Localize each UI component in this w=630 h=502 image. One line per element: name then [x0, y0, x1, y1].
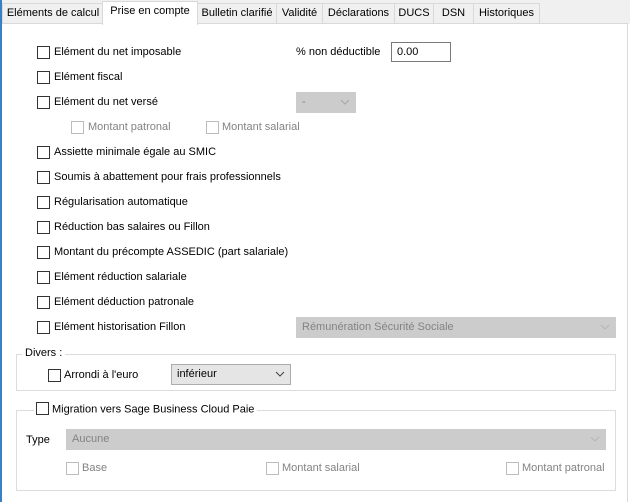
tab-elements-de-calcul[interactable]: Eléments de calcul — [2, 3, 104, 24]
historisation-fillon-select[interactable]: Rémunération Sécurité Sociale — [296, 317, 616, 338]
net-imposable-checkbox[interactable] — [37, 46, 50, 59]
historisation-fillon-select-value: Rémunération Sécurité Sociale — [302, 321, 454, 333]
reduction-fillon-checkbox[interactable] — [37, 221, 50, 234]
net-verse-label: Elément du net versé — [54, 96, 158, 108]
tab-bar: Eléments de calcul Prise en compte Bulle… — [2, 0, 630, 25]
type-label: Type — [26, 434, 50, 446]
tab-declarations[interactable]: Déclarations — [322, 3, 395, 24]
net-verse-select-value: - — [302, 96, 306, 108]
migration-base-label: Base — [82, 462, 108, 474]
regularisation-label: Régularisation automatique — [54, 196, 188, 208]
divers-legend: Divers : — [22, 347, 66, 360]
element-fiscal-checkbox[interactable] — [37, 71, 50, 84]
migration-base-checkbox[interactable] — [66, 462, 79, 475]
element-fiscal-label: Elément fiscal — [54, 71, 123, 83]
migration-montant-patronal-label: Montant patronal — [522, 462, 605, 474]
tab-ducs[interactable]: DUCS — [394, 3, 434, 24]
chevron-down-icon — [275, 371, 285, 377]
tab-prise-en-compte[interactable]: Prise en compte — [102, 1, 198, 25]
net-verse-checkbox[interactable] — [37, 96, 50, 109]
migration-legend: Migration vers Sage Business Cloud Paie — [34, 402, 258, 417]
migration-label: Migration vers Sage Business Cloud Paie — [52, 403, 255, 416]
reduction-salariale-label: Elément réduction salariale — [54, 271, 187, 283]
migration-checkbox[interactable] — [36, 402, 49, 415]
net-verse-select[interactable]: - — [296, 92, 356, 113]
deduction-patronale-label: Elément déduction patronale — [54, 296, 195, 308]
abattement-checkbox[interactable] — [37, 171, 50, 184]
montant-patronal-checkbox[interactable] — [71, 121, 84, 134]
precompte-assedic-label: Montant du précompte ASSEDIC (part salar… — [54, 246, 289, 258]
tab-bulletin-clarifie[interactable]: Bulletin clarifié — [197, 3, 277, 24]
historisation-fillon-label: Elément historisation Fillon — [54, 321, 186, 333]
abattement-label: Soumis à abattement pour frais professio… — [54, 171, 281, 183]
tab-validite[interactable]: Validité — [276, 3, 323, 24]
chevron-down-icon — [590, 436, 600, 442]
montant-patronal-label: Montant patronal — [88, 121, 171, 133]
montant-salarial-label: Montant salarial — [222, 121, 300, 133]
assiette-smic-checkbox[interactable] — [37, 146, 50, 159]
arrondi-euro-label: Arrondi à l'euro — [64, 369, 139, 381]
regularisation-checkbox[interactable] — [37, 196, 50, 209]
precompte-assedic-checkbox[interactable] — [37, 246, 50, 259]
tab-dsn[interactable]: DSN — [433, 3, 474, 24]
reduction-fillon-label: Réduction bas salaires ou Fillon — [54, 221, 210, 233]
assiette-smic-label: Assiette minimale égale au SMIC — [54, 146, 217, 158]
chevron-down-icon — [340, 99, 350, 105]
non-deductible-input[interactable]: 0.00 — [391, 42, 451, 62]
tab-historiques[interactable]: Historiques — [473, 3, 540, 24]
migration-montant-salarial-checkbox[interactable] — [266, 462, 279, 475]
chevron-down-icon — [600, 324, 610, 330]
montant-salarial-checkbox[interactable] — [206, 121, 219, 134]
non-deductible-label: % non déductible — [296, 46, 381, 58]
arrondi-euro-select-value: inférieur — [177, 368, 217, 380]
migration-group — [16, 410, 616, 491]
deduction-patronale-checkbox[interactable] — [37, 296, 50, 309]
reduction-salariale-checkbox[interactable] — [37, 271, 50, 284]
migration-montant-patronal-checkbox[interactable] — [506, 462, 519, 475]
migration-montant-salarial-label: Montant salarial — [282, 462, 360, 474]
arrondi-euro-select[interactable]: inférieur — [171, 364, 291, 385]
net-imposable-label: Elément du net imposable — [54, 46, 182, 58]
arrondi-euro-checkbox[interactable] — [48, 369, 61, 382]
historisation-fillon-checkbox[interactable] — [37, 321, 50, 334]
migration-type-select[interactable]: Aucune — [66, 429, 606, 450]
migration-type-select-value: Aucune — [72, 433, 110, 445]
